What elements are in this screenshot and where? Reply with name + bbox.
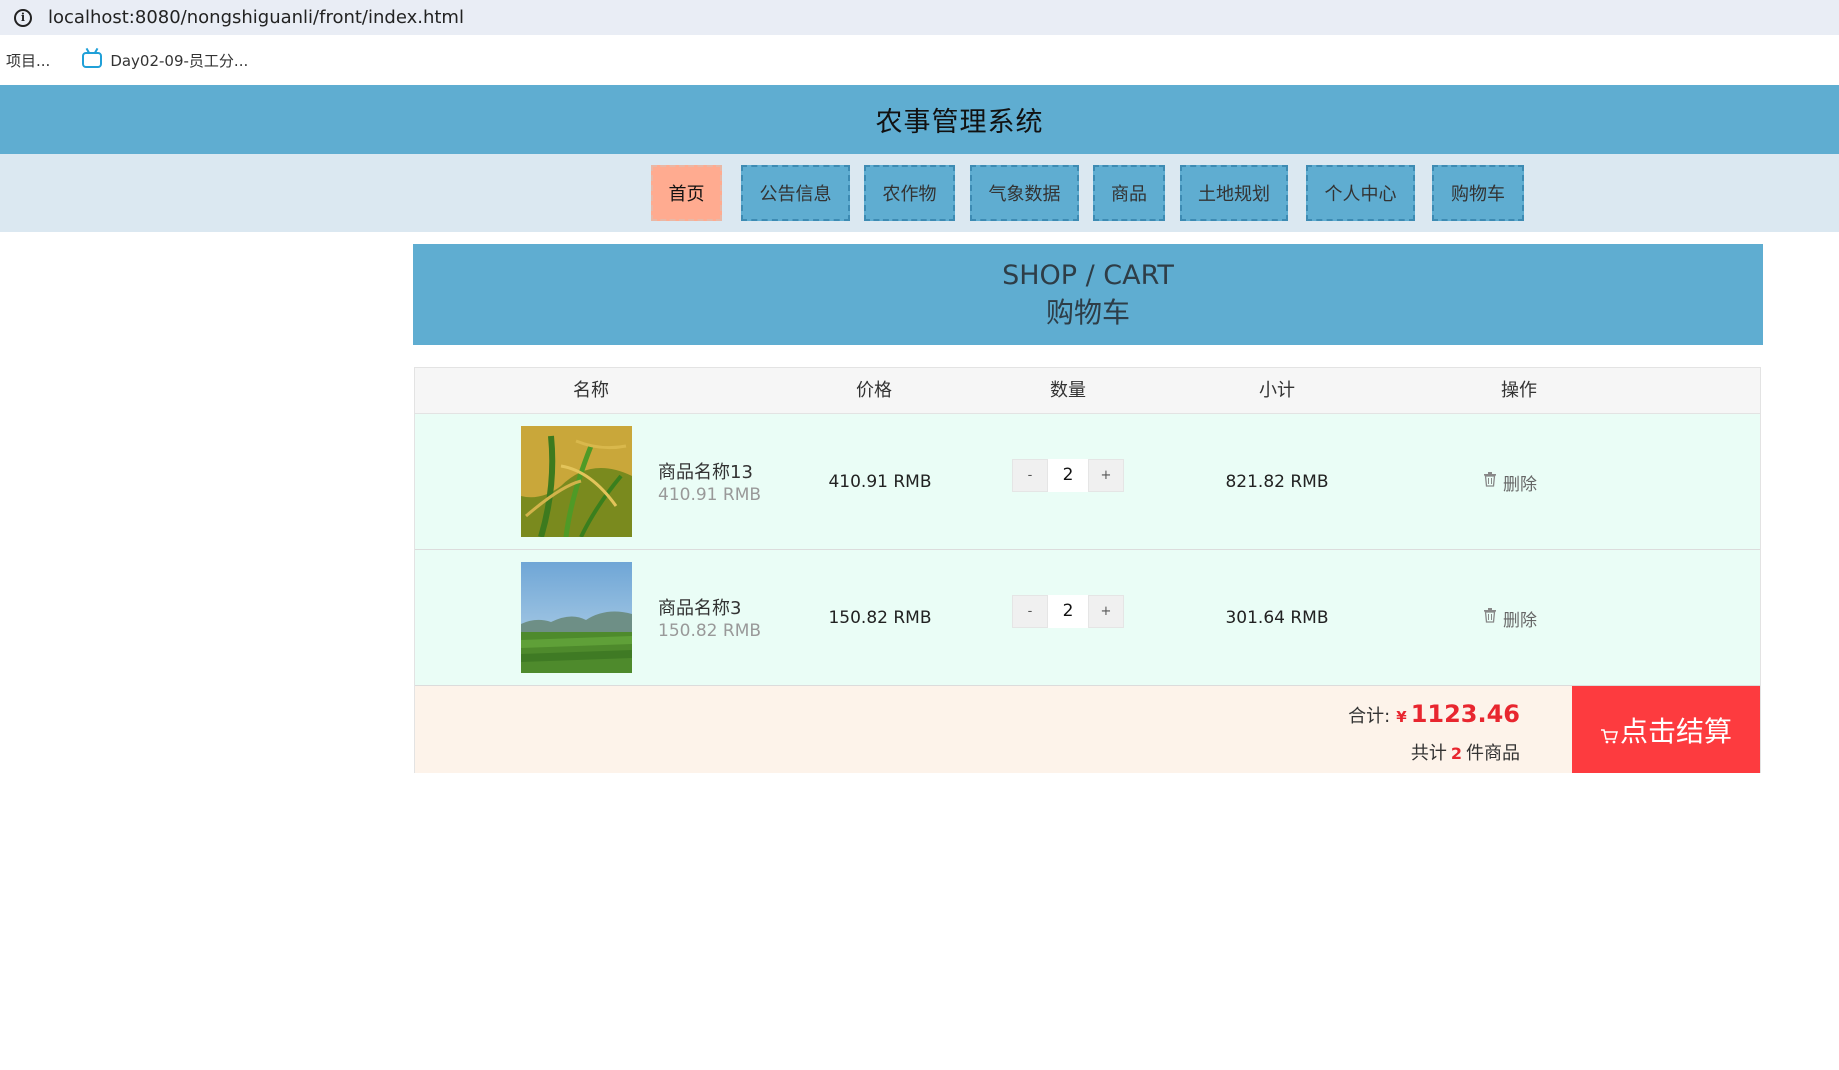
nav-item-label: 个人中心 <box>1324 184 1397 205</box>
nav-item-land-planning[interactable]: 土地规划 <box>1180 165 1288 221</box>
product-price: 150.82 RMB <box>828 608 932 628</box>
table-row: 商品名称3 150.82 RMB 150.82 RMB - 2 + 301.64… <box>415 550 1760 686</box>
address-bar[interactable]: i localhost:8080/nongshiguanli/front/ind… <box>0 0 1839 35</box>
nav-item-profile[interactable]: 个人中心 <box>1306 165 1415 221</box>
qty-decrease-button[interactable]: - <box>1012 595 1048 628</box>
qty-increase-button[interactable]: + <box>1088 595 1124 628</box>
nav-item-label: 购物车 <box>1451 184 1505 205</box>
col-header-subtotal: 小计 <box>1259 380 1295 401</box>
cart-footer: 合计: ¥ 1123.46 共计 2 件商品 点击结算 <box>415 686 1760 773</box>
currency-symbol: ¥ <box>1396 708 1407 726</box>
info-icon[interactable]: i <box>14 8 32 27</box>
count-prefix: 共计 <box>1410 743 1447 764</box>
nav-item-label: 农作物 <box>882 184 937 205</box>
col-header-name: 名称 <box>573 380 609 401</box>
nav-item-label: 首页 <box>668 184 705 205</box>
qty-value[interactable]: 2 <box>1048 459 1088 492</box>
cart-banner: SHOP / CART 购物车 <box>413 244 1763 345</box>
trash-icon <box>1483 472 1497 492</box>
product-unit-price: 150.82 RMB <box>658 621 762 641</box>
bookmark-label: 项目... <box>6 51 51 70</box>
cart-icon <box>1600 718 1618 751</box>
cart-table: 名称 价格 数量 小计 操作 商品名称13 410.91 RMB 410.91 … <box>414 367 1761 773</box>
cart-total: 合计: ¥ 1123.46 <box>1348 700 1520 728</box>
product-price: 410.91 RMB <box>828 472 932 492</box>
bookmark-item[interactable]: 项目... <box>6 50 50 71</box>
product-subtotal: 821.82 RMB <box>1225 472 1329 492</box>
checkout-label: 点击结算 <box>1619 714 1732 748</box>
count-suffix: 件商品 <box>1466 743 1520 764</box>
count-value: 2 <box>1450 744 1462 763</box>
delete-label: 删除 <box>1503 474 1537 495</box>
item-count: 共计 2 件商品 <box>1411 739 1520 765</box>
qty-decrease-button[interactable]: - <box>1012 459 1048 492</box>
banner-title-en: SHOP / CART <box>1002 260 1174 291</box>
product-thumbnail[interactable] <box>521 426 632 537</box>
table-header: 名称 价格 数量 小计 操作 <box>415 368 1760 414</box>
qty-value[interactable]: 2 <box>1048 595 1088 628</box>
qty-increase-button[interactable]: + <box>1088 459 1124 492</box>
nav-item-goods[interactable]: 商品 <box>1093 165 1165 221</box>
col-header-price: 价格 <box>856 380 892 401</box>
product-unit-price: 410.91 RMB <box>658 485 762 505</box>
quantity-stepper: - 2 + <box>1012 459 1124 492</box>
product-name[interactable]: 商品名称13 <box>658 458 753 484</box>
site-header: 农事管理系统 <box>0 85 1839 154</box>
main-nav: 首页 公告信息 农作物 气象数据 商品 土地规划 个人中心 购物车 <box>0 154 1839 232</box>
nav-item-label: 气象数据 <box>988 184 1061 205</box>
col-header-action: 操作 <box>1501 380 1537 401</box>
tv-icon <box>82 52 103 68</box>
quantity-stepper: - 2 + <box>1012 595 1124 628</box>
url-text[interactable]: localhost:8080/nongshiguanli/front/index… <box>48 7 464 28</box>
nav-item-notices[interactable]: 公告信息 <box>741 165 850 221</box>
nav-item-label: 商品 <box>1111 184 1147 205</box>
bookmark-item[interactable]: Day02-09-员工分... <box>82 50 248 71</box>
col-header-qty: 数量 <box>1050 380 1086 401</box>
total-amount: 1123.46 <box>1410 700 1520 728</box>
nav-item-crops[interactable]: 农作物 <box>864 165 955 221</box>
product-thumbnail[interactable] <box>521 562 632 673</box>
site-title: 农事管理系统 <box>875 107 1044 138</box>
bookmark-label: Day02-09-员工分... <box>110 51 249 70</box>
product-subtotal: 301.64 RMB <box>1225 608 1329 628</box>
delete-button[interactable]: 删除 <box>1483 550 1537 686</box>
bookmarks-bar: 项目... Day02-09-员工分... <box>0 35 1839 85</box>
delete-button[interactable]: 删除 <box>1483 414 1537 550</box>
nav-item-home[interactable]: 首页 <box>651 165 722 221</box>
checkout-button[interactable]: 点击结算 <box>1572 686 1760 773</box>
banner-title-cn: 购物车 <box>1045 296 1130 329</box>
nav-item-label: 土地规划 <box>1198 184 1270 205</box>
delete-label: 删除 <box>1503 610 1537 631</box>
total-label: 合计: <box>1348 706 1391 727</box>
nav-item-label: 公告信息 <box>759 184 832 205</box>
nav-item-weather[interactable]: 气象数据 <box>970 165 1079 221</box>
trash-icon <box>1483 608 1497 628</box>
product-name[interactable]: 商品名称3 <box>658 594 741 620</box>
nav-item-cart[interactable]: 购物车 <box>1432 165 1524 221</box>
table-row: 商品名称13 410.91 RMB 410.91 RMB - 2 + 821.8… <box>415 414 1760 550</box>
